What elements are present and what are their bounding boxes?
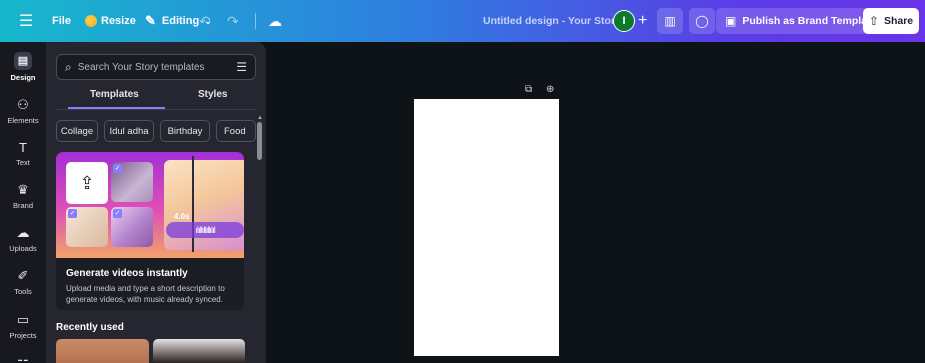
rail-label: Tools [14,287,32,296]
rail-item-uploads[interactable]: ☁ Uploads [0,225,46,253]
templates-panel: ⌕ Search Your Story templates ☰ Template… [46,42,266,363]
share-button[interactable]: ⇧ Share [863,8,919,34]
rail-label: Brand [12,201,33,210]
file-label: File [52,15,71,27]
resize-label: Resize [101,15,136,27]
dog-photo: ✓ [66,207,108,247]
search-icon: ⌕ [65,59,72,74]
cloud-save-icon[interactable]: ☁ [268,0,282,42]
redo-icon[interactable]: ↷ [227,0,239,42]
projects-icon: ▭ [16,312,30,327]
recent-template-thumbnail[interactable] [153,339,245,363]
rail-label: Uploads [9,244,37,253]
rail-item-tools[interactable]: ✐ Tools [0,268,46,296]
panel-tabs: Templates Styles [56,89,256,109]
recently-used-heading: Recently used [56,322,124,333]
tab-templates[interactable]: Templates [90,89,139,100]
top-toolbar: ☰ File Resize ✎ Editing ⌄ ↶ ↷ ☁ Untitled d… [0,0,925,42]
rail-item-apps[interactable]: ⚏ [0,353,46,363]
left-navigation-rail: ▤ Design ⚇ Elements T Text ♛ Brand ☁ Upl… [0,42,46,363]
pencil-icon: ✎ [145,13,156,28]
design-page[interactable] [414,99,559,356]
search-placeholder: Search Your Story templates [77,61,205,73]
promo-description: Upload media and type a short descriptio… [66,284,225,304]
rail-item-projects[interactable]: ▭ Projects [0,312,46,340]
rail-item-elements[interactable]: ⚇ Elements [0,97,46,125]
rail-item-design[interactable]: ▤ Design [0,52,46,82]
share-label: Share [883,15,914,27]
filter-sliders-icon[interactable]: ☰ [236,60,247,74]
panel-scrollbar[interactable] [257,122,262,160]
insights-chart-icon[interactable]: ▥ [657,8,683,34]
upload-cloud-icon: ⇪ [66,162,108,204]
rail-label: Projects [9,331,37,340]
template-icon: ▣ [725,14,737,28]
design-icon: ▤ [14,52,32,70]
rail-label: Design [10,73,36,82]
rail-item-brand[interactable]: ♛ Brand [0,182,46,210]
chip-idul-adha[interactable]: Idul adha [104,120,154,142]
rail-label: Elements [7,116,39,125]
undo-icon[interactable]: ↶ [199,0,211,42]
video-time-badge: 4.0s [174,212,190,221]
canvas-workspace [266,42,925,363]
audio-waveform-icon: ıIıllıIlıllıIıl [166,222,244,238]
promo-title: Generate videos instantly [66,268,188,279]
promo-illustration: ⇪ ✓ ✓ ✓ 4.0s ıIıllıIlıllıIıl [56,152,244,258]
checkbox-checked-icon: ✓ [113,209,122,218]
checkbox-checked-icon: ✓ [68,209,77,218]
tools-icon: ✐ [17,268,29,283]
file-menu-button[interactable]: File [52,0,71,42]
publish-brand-template-button[interactable]: ▣ Publish as Brand Template [716,8,886,34]
chip-collage[interactable]: Collage [56,120,98,142]
document-title[interactable]: Untitled design - Your Story [483,0,621,42]
poodle-photo: ✓ [111,162,153,202]
publish-label: Publish as Brand Template [742,15,877,27]
share-upload-icon: ⇧ [868,14,879,28]
tabs-divider [56,109,256,110]
add-collaborator-icon[interactable]: + [638,0,647,42]
category-chips: Collage Idul adha Birthday Food [56,120,256,142]
comment-icon[interactable]: ◯ [689,8,715,34]
chip-food[interactable]: Food [216,120,256,142]
tab-styles[interactable]: Styles [198,89,227,100]
chip-birthday[interactable]: Birthday [160,120,210,142]
resize-button[interactable]: Resize [85,0,136,42]
rail-item-text[interactable]: T Text [0,140,46,167]
apps-icon: ⚏ [17,353,29,363]
text-icon: T [19,140,27,155]
duplicate-page-icon[interactable]: ⧉ [525,84,532,95]
recent-template-thumbnail[interactable] [56,339,149,363]
generate-videos-card[interactable]: ⇪ ✓ ✓ ✓ 4.0s ıIıllıIlıllıIıl Generate vi… [56,152,244,310]
checkbox-checked-icon: ✓ [113,164,122,173]
brand-icon: ♛ [17,182,29,197]
elements-icon: ⚇ [17,97,29,112]
toolbar-divider [255,13,256,29]
uploads-icon: ☁ [16,225,30,240]
rail-label: Text [16,158,30,167]
avatar[interactable]: I [613,10,635,32]
add-page-icon[interactable]: ⊕ [546,84,554,95]
scroll-up-arrow-icon[interactable]: ▲ [257,115,263,121]
hamburger-icon[interactable]: ☰ [19,0,33,42]
puppy-photo: ✓ [111,207,153,247]
editing-label: Editing [161,15,200,27]
resize-crown-icon [85,15,97,27]
template-search-input[interactable]: ⌕ Search Your Story templates ☰ [56,54,256,80]
